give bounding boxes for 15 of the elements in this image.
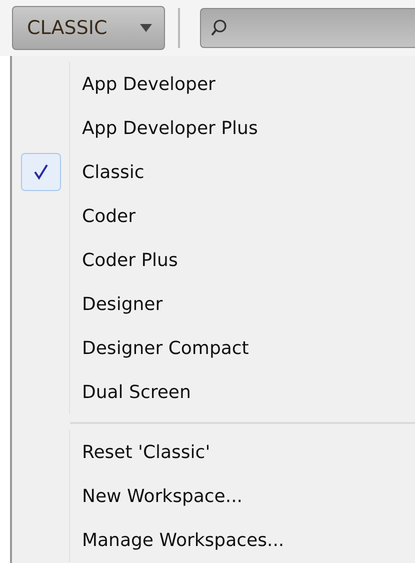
menu-item[interactable]: Designer [12, 282, 415, 326]
menu-item[interactable]: Reset 'Classic' [12, 430, 415, 474]
menu-item[interactable]: Manage Workspaces... [12, 518, 415, 562]
workspace-dropdown[interactable]: CLASSIC [12, 6, 165, 50]
menu-item[interactable]: Dual Screen [12, 370, 415, 414]
search-icon [211, 19, 227, 37]
menu-item[interactable]: App Developer Plus [12, 106, 415, 150]
menu-item[interactable]: Classic [12, 150, 415, 194]
menu-item[interactable]: Coder [12, 194, 415, 238]
menu-item[interactable]: Designer Compact [12, 326, 415, 370]
caret-icon [140, 24, 152, 32]
menu-item[interactable]: Coder Plus [12, 238, 415, 282]
search-field[interactable] [200, 8, 415, 48]
menu-item[interactable]: New Workspace... [12, 474, 415, 518]
menu-item[interactable]: App Developer [12, 62, 415, 106]
